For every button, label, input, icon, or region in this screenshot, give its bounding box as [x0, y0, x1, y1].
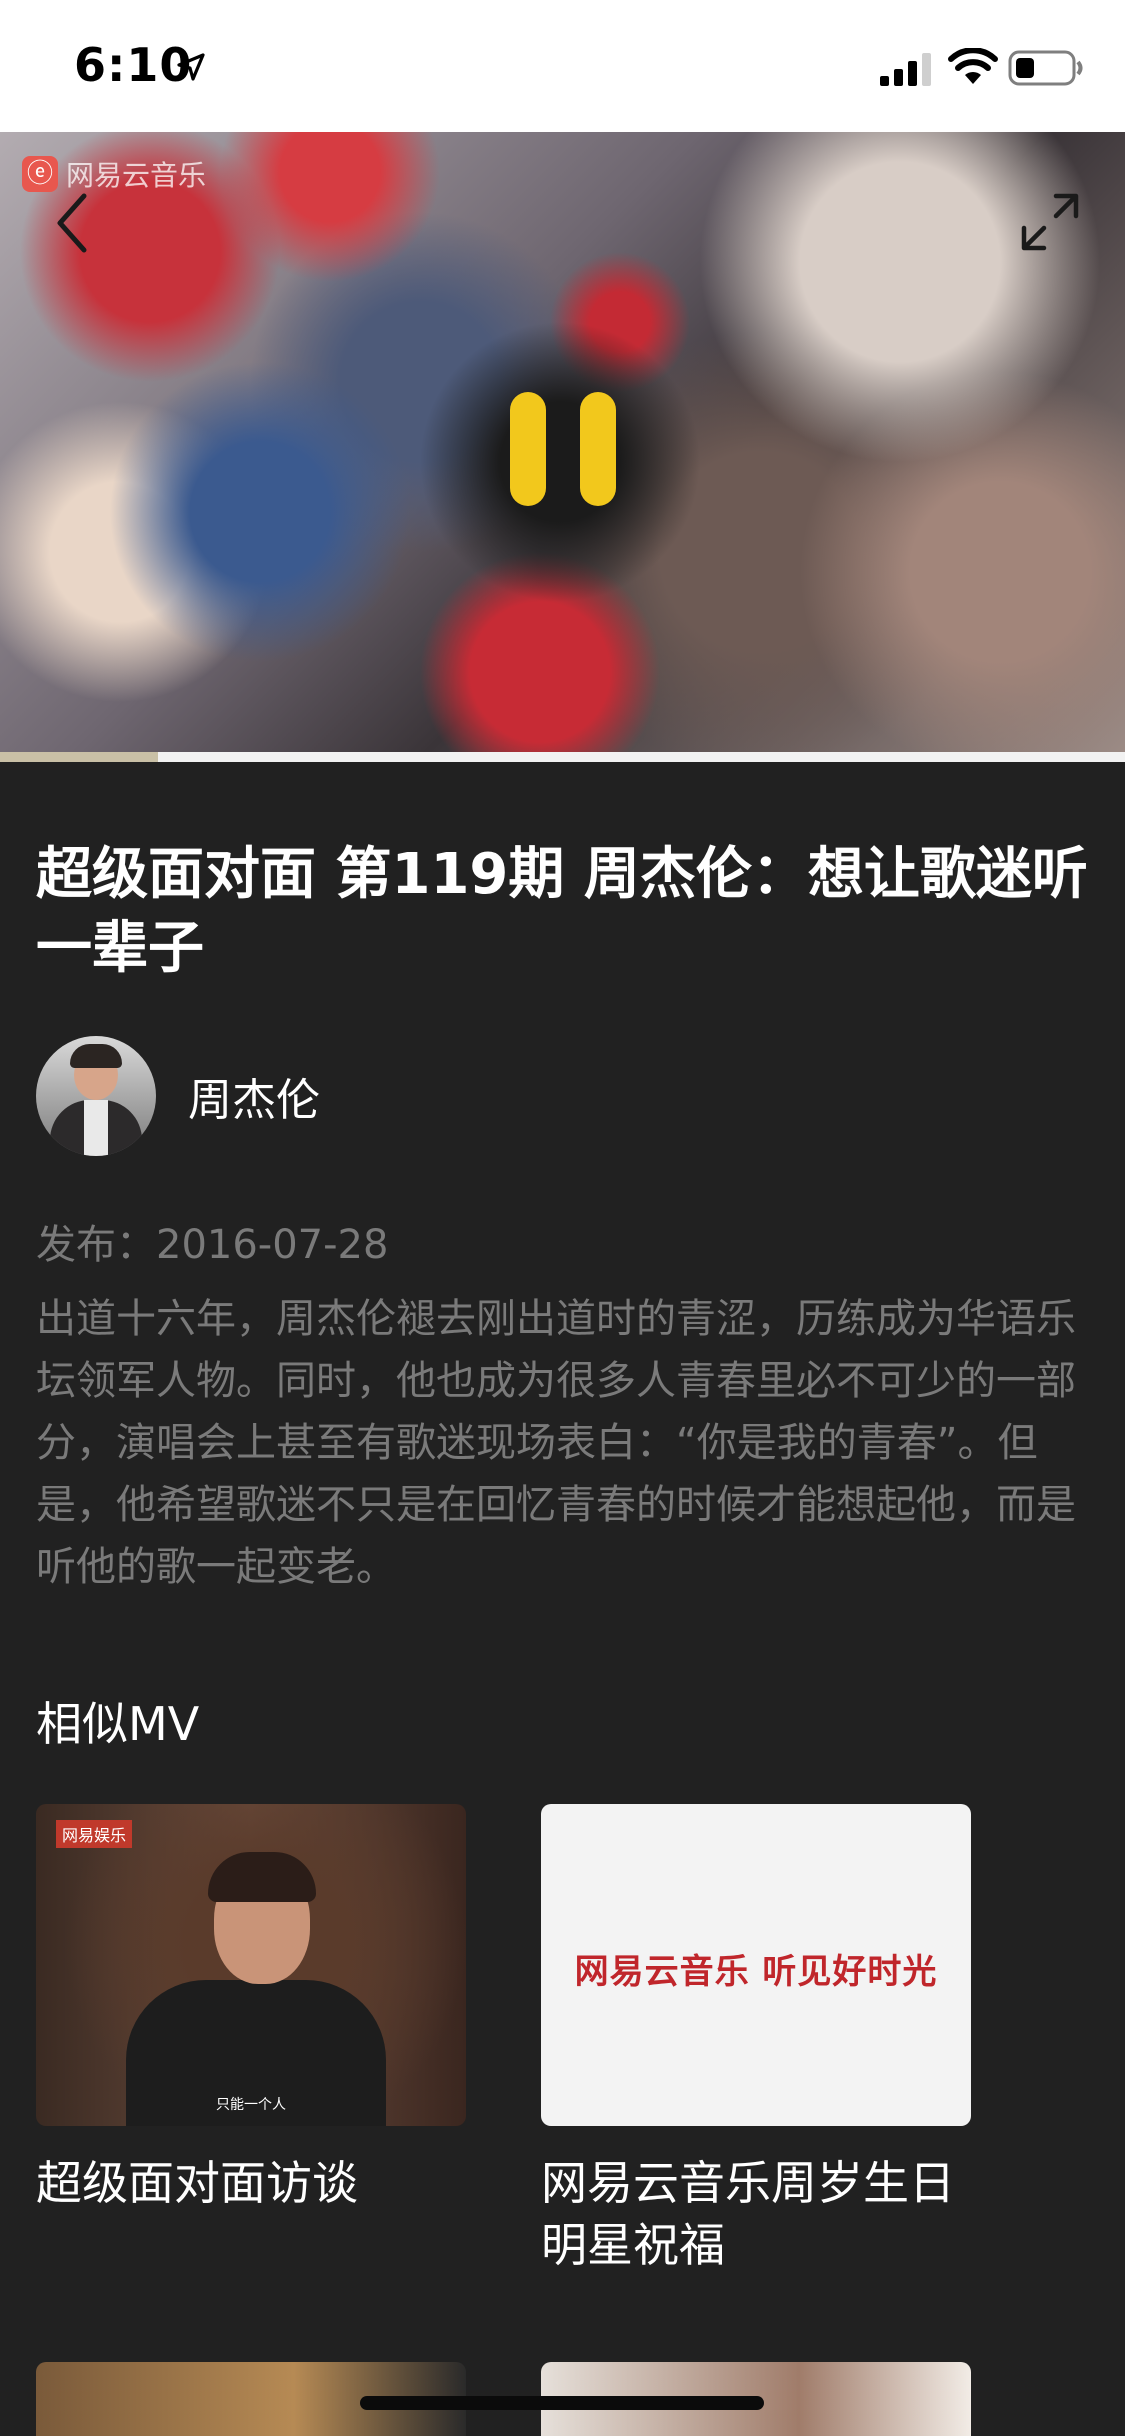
- similar-mv-card[interactable]: 网易云音乐 听见好时光 网易云音乐周岁生日明星祝福: [541, 1804, 971, 2276]
- netease-logo-icon: ⓔ: [22, 156, 58, 192]
- video-player[interactable]: ⓔ 网易云音乐: [0, 132, 1125, 752]
- wifi-icon: [948, 48, 998, 84]
- watermark-text: 网易云音乐: [66, 159, 207, 192]
- artist-name[interactable]: 周杰伦: [188, 1064, 320, 1128]
- fullscreen-button[interactable]: [1020, 192, 1080, 252]
- app-screen: 6:10 ⓔ 网易云音乐 超级面对面 第119期 周杰伦：想让歌迷听一辈子 周杰…: [0, 0, 1125, 2436]
- mv-caption[interactable]: 网易云音乐周岁生日明星祝福: [541, 2152, 971, 2276]
- video-description: 出道十六年，周杰伦褪去刚出道时的青涩，历练成为华语乐坛领军人物。同时，他也成为很…: [36, 1296, 1076, 1590]
- location-arrow-icon: [177, 53, 205, 81]
- back-button[interactable]: [52, 190, 92, 256]
- mv-caption[interactable]: 超级面对面访谈: [36, 2152, 466, 2214]
- thumb-subtitle: 只能一个人: [216, 2097, 286, 2113]
- pause-icon: [510, 392, 546, 506]
- mv-thumbnail[interactable]: 网易娱乐 只能一个人: [36, 1804, 466, 2126]
- avatar[interactable]: [36, 1036, 156, 1156]
- mv-thumbnail[interactable]: 网易云音乐 听见好时光: [541, 1804, 971, 2126]
- status-time: 6:10: [74, 38, 193, 92]
- publish-date: 发布：2016-07-28: [36, 1222, 389, 1268]
- watermark: ⓔ 网易云音乐: [22, 154, 206, 194]
- progress-fill: [0, 752, 158, 762]
- video-title: 超级面对面 第119期 周杰伦：想让歌迷听一辈子: [36, 842, 1088, 981]
- artist-row[interactable]: 周杰伦: [36, 1036, 320, 1156]
- home-indicator[interactable]: [360, 2396, 764, 2410]
- similar-mv-card[interactable]: 网易娱乐 只能一个人 超级面对面访谈: [36, 1804, 466, 2214]
- pause-button[interactable]: [510, 392, 616, 506]
- cellular-signal-icon: [880, 53, 931, 86]
- status-bar: 6:10: [0, 0, 1125, 132]
- video-progress-bar[interactable]: [0, 752, 1125, 762]
- battery-icon: [1008, 50, 1083, 86]
- thumb-brand-text: 网易云音乐 听见好时光: [574, 1952, 938, 1992]
- thumb-tag: 网易娱乐: [56, 1820, 133, 1848]
- similar-mv-heading: 相似MV: [36, 1697, 200, 1751]
